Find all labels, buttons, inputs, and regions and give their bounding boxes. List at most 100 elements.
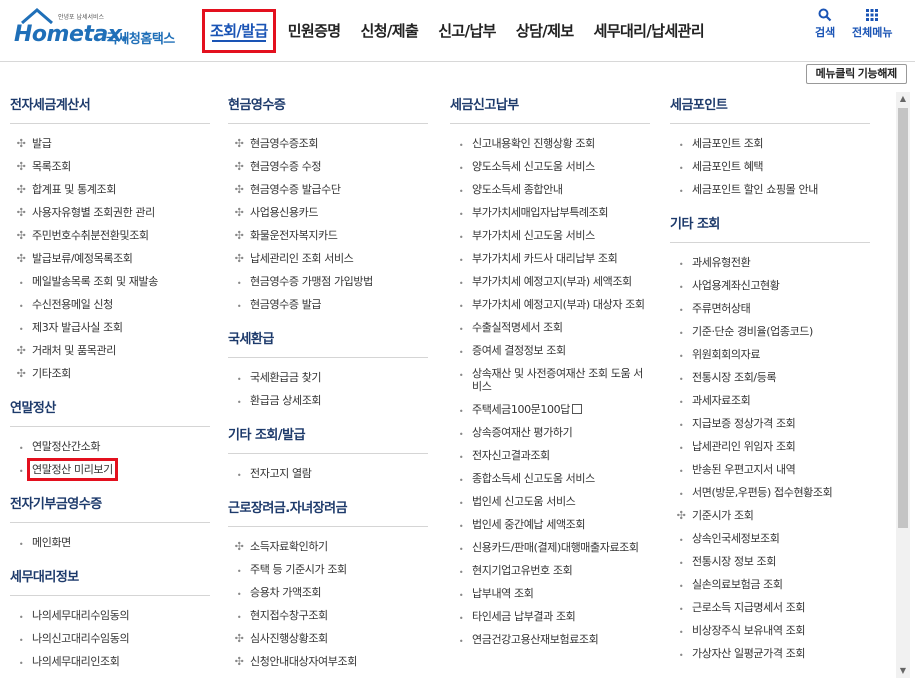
menu-item[interactable]: • 종합소득세 신고도움 서비스 — [450, 467, 650, 490]
menu-item[interactable]: ✣ 소득자료확인하기 — [228, 535, 428, 558]
menu-item[interactable]: • 상속증여재산 평가하기 — [450, 421, 650, 444]
menu-item[interactable]: ✣ 목록조회 — [10, 155, 210, 178]
menu-item[interactable]: • 부가가치세 카드사 대리납부 조회 — [450, 247, 650, 270]
menu-item[interactable]: • 수출실적명세서 조회 — [450, 316, 650, 339]
bullet-icon: • — [678, 582, 684, 591]
menu-item[interactable]: • 전통시장 정보 조회 — [670, 550, 870, 573]
menu-item[interactable]: • 현지접수창구조회 — [228, 604, 428, 627]
hometax-logo[interactable]: 안녕포 납세서비스 Hometax. 국세청홈택스 — [14, 6, 184, 47]
menu-item[interactable]: • 세금포인트 혜택 — [670, 155, 870, 178]
plus-icon: ✣ — [234, 183, 244, 196]
menu-item[interactable]: ✣ 주민번호수취분전환및조회 — [10, 224, 210, 247]
menu-item[interactable]: • 제3자 발급사실 조회 — [10, 316, 210, 339]
menu-item[interactable]: • 비상장주식 보유내역 조회 — [670, 619, 870, 642]
menu-item[interactable]: • 국세환급금 찾기 — [228, 366, 428, 389]
scroll-up-arrow-icon[interactable]: ▲ — [896, 92, 910, 106]
menu-item[interactable]: • 세금포인트 할인 쇼핑몰 안내 — [670, 178, 870, 201]
plus-icon: ✣ — [16, 206, 26, 219]
menu-item[interactable]: • 주택세금100문100답 — [450, 398, 650, 421]
menu-item[interactable]: • 전통시장 조회/등록 — [670, 366, 870, 389]
menu-item[interactable]: • 근로소득 지급명세서 조회 — [670, 596, 870, 619]
menu-item[interactable]: • 전자신고결과조회 — [450, 444, 650, 467]
menu-item[interactable]: • 부가가치세 예정고지(부과) 대상자 조회 — [450, 293, 650, 316]
menu-item[interactable]: • 나의신고대리수임동의 — [10, 627, 210, 650]
menu-item[interactable]: ✣ 현금영수증조회 — [228, 132, 428, 155]
menu-item[interactable]: • 주택 등 기준시가 조회 — [228, 558, 428, 581]
menu-item[interactable]: • 전자고지 열람 — [228, 462, 428, 485]
menu-item[interactable]: • 부가가치세매입자납부특례조회 — [450, 201, 650, 224]
menu-click-toggle-button[interactable]: 메뉴클릭 기능해제 — [805, 64, 907, 84]
menu-item[interactable]: • 납부내역 조회 — [450, 582, 650, 605]
menu-item[interactable]: • 과세자료조회 — [670, 389, 870, 412]
menu-item[interactable]: ✣ 현금영수증 수정 — [228, 155, 428, 178]
menu-item[interactable]: ✣ 화물운전자복지카드 — [228, 224, 428, 247]
menu-item[interactable]: • 납세관리인 위임자 조회 — [670, 435, 870, 458]
menu-item[interactable]: • 양도소득세 신고도움 서비스 — [450, 155, 650, 178]
gnb-item-2[interactable]: 신청/제출 — [351, 0, 429, 62]
menu-item[interactable]: • 연금건강고용산재보험료조회 — [450, 628, 650, 651]
gnb-item-3[interactable]: 신고/납부 — [428, 0, 506, 62]
menu-item[interactable]: ✣ 사업용신용카드 — [228, 201, 428, 224]
menu-item[interactable]: • 현금영수증 가맹점 가입방법 — [228, 270, 428, 293]
menu-item[interactable]: • 주류면허상태 — [670, 297, 870, 320]
menu-group-list: • 과세유형전환 • 사업용계좌신고현황 • 주류면허상태 • 기준·단순 경비율(업종코드)… — [670, 243, 870, 665]
menu-group-title: 연말정산 — [10, 399, 210, 427]
menu-item[interactable]: ✣ 현금영수증 발급수단 — [228, 178, 428, 201]
menu-item[interactable]: • 현금영수증 발급 — [228, 293, 428, 316]
menu-item[interactable]: ✣ 심사진행상황조회 — [228, 627, 428, 650]
menu-item[interactable]: • 나의세무대리수임동의 — [10, 604, 210, 627]
plus-icon: ✣ — [234, 206, 244, 219]
menu-item[interactable]: • 사업용계좌신고현황 — [670, 274, 870, 297]
menu-item[interactable]: • 상속재산 및 사전증여재산 조회 도움 서비스 — [450, 362, 650, 398]
search-button[interactable]: 검색 — [815, 8, 835, 40]
gnb-item-5[interactable]: 세무대리/납세관리 — [584, 0, 714, 62]
all-menu-button[interactable]: 전체메뉴 — [852, 8, 892, 40]
menu-item[interactable]: • 메인화면 — [10, 531, 210, 554]
gnb-item-1[interactable]: 민원증명 — [278, 0, 351, 62]
scrollbar-thumb[interactable] — [898, 108, 908, 528]
menu-item[interactable]: • 가상자산 일평균가격 조회 — [670, 642, 870, 665]
scroll-down-arrow-icon[interactable]: ▼ — [896, 664, 910, 678]
menu-item[interactable]: • 증여세 결정정보 조회 — [450, 339, 650, 362]
menu-item[interactable]: • 나의세무대리인조회 — [10, 650, 210, 673]
gnb-item-4[interactable]: 상담/제보 — [506, 0, 584, 62]
menu-item[interactable]: • 양도소득세 종합안내 — [450, 178, 650, 201]
menu-item[interactable]: • 위원회회의자료 — [670, 343, 870, 366]
menu-item[interactable]: ✣ 사용자유형별 조회권한 관리 — [10, 201, 210, 224]
menu-item[interactable]: • 지급보증 정상가격 조회 — [670, 412, 870, 435]
menu-item[interactable]: ✣ 납세관리인 조회 서비스 — [228, 247, 428, 270]
menu-item[interactable]: • 상속인국세정보조회 — [670, 527, 870, 550]
gnb-item-0[interactable]: 조회/발급 — [200, 0, 278, 62]
menu-item[interactable]: ✣ 합계표 및 통계조회 — [10, 178, 210, 201]
menu-item[interactable]: ✣ 발급 — [10, 132, 210, 155]
menu-item[interactable]: • 법인세 신고도움 서비스 — [450, 490, 650, 513]
menu-item[interactable]: • 과세유형전환 — [670, 251, 870, 274]
menu-group-title: 현금영수증 — [228, 96, 428, 124]
scrollbar[interactable]: ▲ ▼ — [896, 92, 910, 678]
menu-item[interactable]: • 신고내용확인 진행상황 조회 — [450, 132, 650, 155]
menu-item[interactable]: • 승용차 가액조회 — [228, 581, 428, 604]
menu-item[interactable]: • 반송된 우편고지서 내역 — [670, 458, 870, 481]
menu-item[interactable]: • 기준·단순 경비율(업종코드) — [670, 320, 870, 343]
menu-item[interactable]: • 실손의료보험금 조회 — [670, 573, 870, 596]
menu-item[interactable]: ✣ 발급보류/예정목록조회 — [10, 247, 210, 270]
menu-item[interactable]: • 환급금 상세조회 — [228, 389, 428, 412]
menu-item[interactable]: • 신용카드/판매(결제)대행매출자료조회 — [450, 536, 650, 559]
menu-item[interactable]: • 연말정산간소화 — [10, 435, 210, 458]
menu-item[interactable]: • 부가가치세 예정고지(부과) 세액조회 — [450, 270, 650, 293]
menu-item[interactable]: ✣ 신청안내대상자여부조회 — [228, 650, 428, 673]
menu-item[interactable]: • 현지기업고유번호 조회 — [450, 559, 650, 582]
menu-item[interactable]: ✣ 거래처 및 품목관리 — [10, 339, 210, 362]
menu-item[interactable]: • 세금포인트 조회 — [670, 132, 870, 155]
menu-item[interactable]: • 타인세금 납부결과 조회 — [450, 605, 650, 628]
menu-item-label: 부가가치세 예정고지(부과) 대상자 조회 — [472, 298, 645, 311]
menu-item[interactable]: • 법인세 중간예납 세액조회 — [450, 513, 650, 536]
menu-item[interactable]: • 부가가치세 신고도움 서비스 — [450, 224, 650, 247]
menu-item[interactable]: ✣ 기준시가 조회 — [670, 504, 870, 527]
menu-item[interactable]: • 메일발송목록 조회 및 재발송 — [10, 270, 210, 293]
bullet-icon: • — [678, 559, 684, 568]
menu-item[interactable]: • 서면(방문,우편등) 접수현황조회 — [670, 481, 870, 504]
menu-item[interactable]: ✣ 기타조회 — [10, 362, 210, 385]
menu-item[interactable]: • 연말정산 미리보기 — [10, 458, 210, 481]
menu-item[interactable]: • 수신전용메일 신청 — [10, 293, 210, 316]
